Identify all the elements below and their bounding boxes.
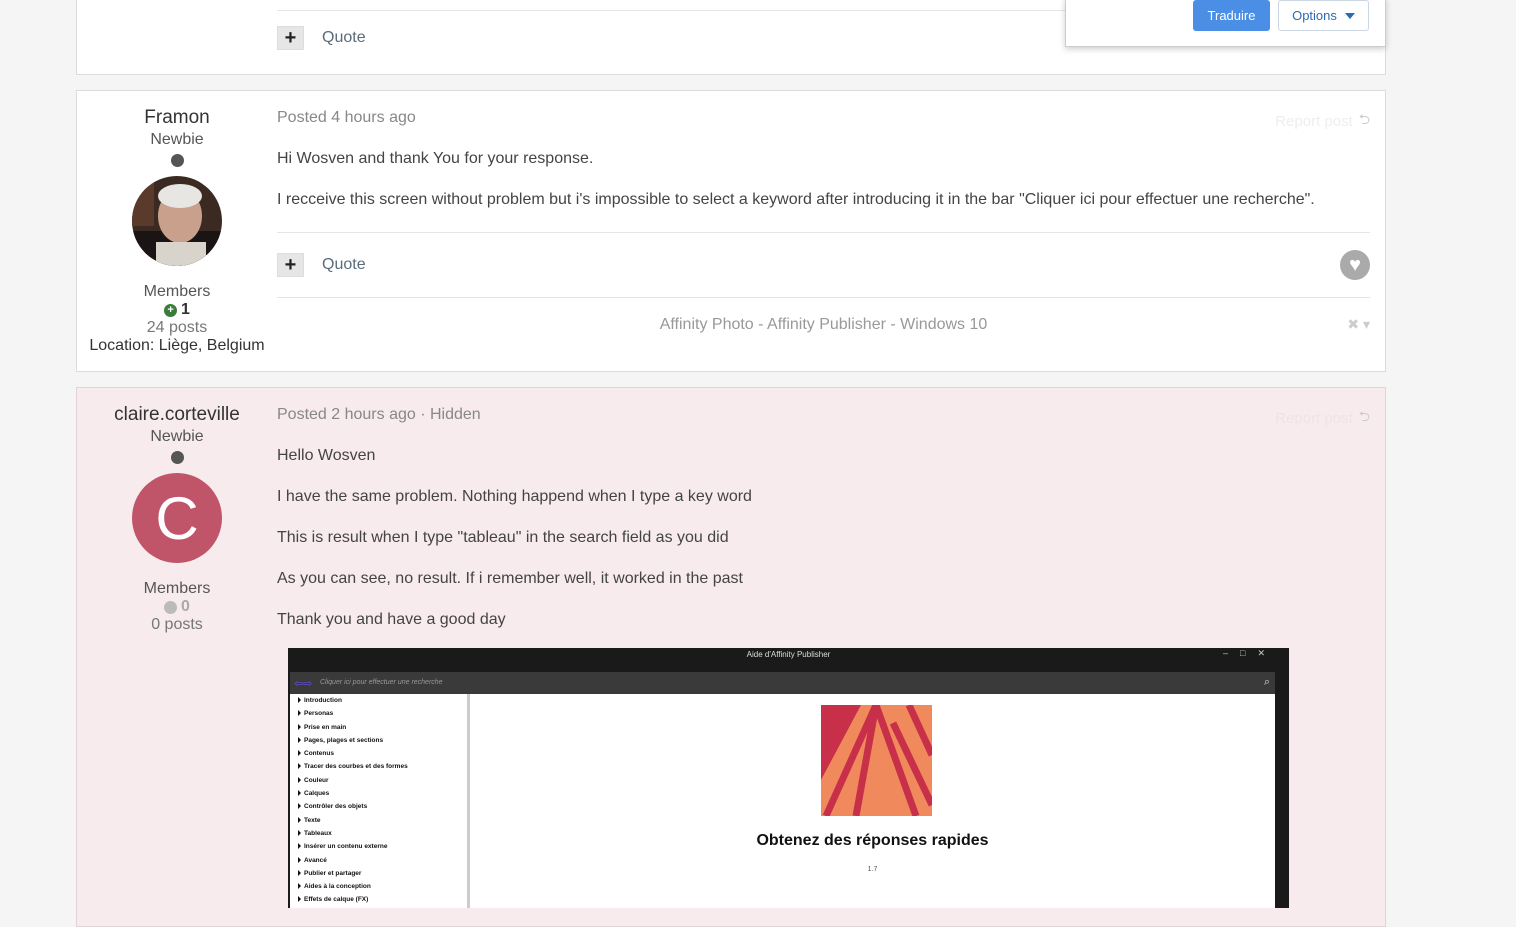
- toc-item: Tracer des courbes et des formes: [290, 760, 467, 773]
- post-claire: claire.corteville Newbie C Members 0 0 p…: [76, 387, 1386, 927]
- author-post-count: 0 posts: [151, 616, 203, 633]
- toc-item: Effets de calque (FX): [290, 893, 467, 906]
- post-paragraph: Thank you and have a good day: [277, 611, 506, 628]
- toc-item: Contenus: [290, 747, 467, 760]
- post-body: Hello Wosven I have the same problem. No…: [277, 447, 1370, 629]
- post-paragraph: This is result when I type "tableau" in …: [277, 529, 729, 546]
- toc-item: Couleur: [290, 774, 467, 787]
- post-paragraph: Hello Wosven: [277, 447, 376, 464]
- toc-item: Insérer un contenu externe: [290, 840, 467, 853]
- window-title: Aide d'Affinity Publisher: [746, 650, 831, 659]
- online-status-dot: [170, 451, 184, 464]
- author-panel: Framon Newbie Members + 1 24 posts Locat…: [77, 107, 277, 355]
- toc-item: Aides à la conception: [290, 880, 467, 893]
- help-search-bar: ⇦⇨ Cliquer ici pour effectuer une recher…: [290, 672, 1275, 694]
- author-group: Members: [143, 580, 211, 597]
- post-framon: Framon Newbie Members + 1 24 posts Locat…: [76, 90, 1386, 372]
- reputation-plus-icon: +: [164, 303, 178, 317]
- toc-item: Introduction: [290, 694, 467, 707]
- translate-button[interactable]: Traduire: [1193, 0, 1270, 31]
- report-post[interactable]: Report post ⮌: [1275, 406, 1370, 430]
- author-post-count: 24 posts: [146, 319, 208, 336]
- translate-popup: Traduire Options: [1065, 0, 1386, 47]
- report-post[interactable]: Report post ⮌: [1275, 109, 1370, 133]
- affinity-publisher-logo: [821, 705, 932, 816]
- toc-item: Tableaux: [290, 827, 467, 840]
- reputation: 0: [77, 598, 277, 616]
- window-controls: –□✕: [1223, 648, 1277, 658]
- post-meta[interactable]: Posted 2 hours ago · Hidden: [277, 406, 1370, 424]
- toc-item: Pages, plages et sections: [290, 734, 467, 747]
- share-icon[interactable]: ⮌: [1359, 109, 1370, 133]
- author-rank: Newbie: [150, 428, 204, 445]
- options-label: Options: [1292, 8, 1337, 23]
- post-meta[interactable]: Posted 4 hours ago: [277, 109, 1370, 127]
- help-heading: Obtenez des réponses rapides: [756, 832, 989, 849]
- report-post-link[interactable]: Report post: [1275, 113, 1353, 130]
- avatar-letter: C: [155, 484, 199, 552]
- post-paragraph: I have the same problem. Nothing happend…: [277, 488, 752, 505]
- post-body: Hi Wosven and thank You for your respons…: [277, 150, 1370, 209]
- help-version: 1.7: [867, 866, 878, 873]
- post-actions: + Quote ♥: [277, 233, 1370, 297]
- post-paragraph: As you can see, no result. If i remember…: [277, 570, 743, 587]
- author-name[interactable]: Framon: [77, 107, 277, 129]
- author-location: Location: Liège, Belgium: [89, 337, 265, 354]
- reputation: + 1: [77, 301, 277, 319]
- reputation-value: 0: [181, 598, 190, 615]
- toc-item: Avancé: [290, 854, 467, 867]
- help-main: Obtenez des réponses rapides 1.7: [470, 694, 1275, 908]
- author-name[interactable]: claire.corteville: [77, 404, 277, 426]
- author-rank: Newbie: [150, 131, 204, 148]
- author-group: Members: [143, 283, 211, 300]
- multiquote-button[interactable]: +: [277, 253, 304, 277]
- signature-text: Affinity Photo - Affinity Publisher - Wi…: [659, 316, 988, 333]
- toc-item: Personas: [290, 707, 467, 720]
- toc-item: Contrôler des objets: [290, 800, 467, 813]
- avatar[interactable]: C: [132, 473, 222, 563]
- reputation-value: 1: [181, 301, 190, 318]
- toc-item: Calques: [290, 787, 467, 800]
- help-toc: Introduction Personas Prise en main Page…: [290, 694, 470, 908]
- post-paragraph: I recceive this screen without problem b…: [277, 191, 1315, 208]
- quote-button[interactable]: Quote: [322, 256, 366, 274]
- search-icon: ⌕: [1263, 676, 1270, 688]
- share-icon[interactable]: ⮌: [1359, 406, 1370, 430]
- help-search-placeholder: Cliquer ici pour effectuer une recherche: [320, 679, 443, 686]
- back-forward-icon: ⇦⇨: [294, 678, 313, 690]
- avatar[interactable]: [132, 176, 222, 266]
- signature: Affinity Photo - Affinity Publisher - Wi…: [277, 298, 1370, 334]
- heart-icon[interactable]: ♥: [1340, 250, 1370, 280]
- attached-screenshot[interactable]: Aide d'Affinity Publisher –□✕ ⇦⇨ Cliquer…: [288, 648, 1289, 908]
- signature-close-icon[interactable]: ✖ ▾: [1347, 316, 1370, 333]
- quote-button[interactable]: Quote: [322, 29, 366, 47]
- report-post-link[interactable]: Report post: [1275, 410, 1353, 427]
- toc-item: Texte: [290, 814, 467, 827]
- toc-item: Publier et partager: [290, 867, 467, 880]
- reputation-neutral-icon: [164, 600, 178, 614]
- chevron-down-icon: [1344, 12, 1355, 19]
- options-button[interactable]: Options: [1278, 0, 1369, 31]
- author-panel: claire.corteville Newbie C Members 0 0 p…: [77, 404, 277, 634]
- online-status-dot: [170, 154, 184, 167]
- post-paragraph: Hi Wosven and thank You for your respons…: [277, 150, 594, 167]
- toc-item: Prise en main: [290, 721, 467, 734]
- multiquote-button[interactable]: +: [277, 26, 304, 50]
